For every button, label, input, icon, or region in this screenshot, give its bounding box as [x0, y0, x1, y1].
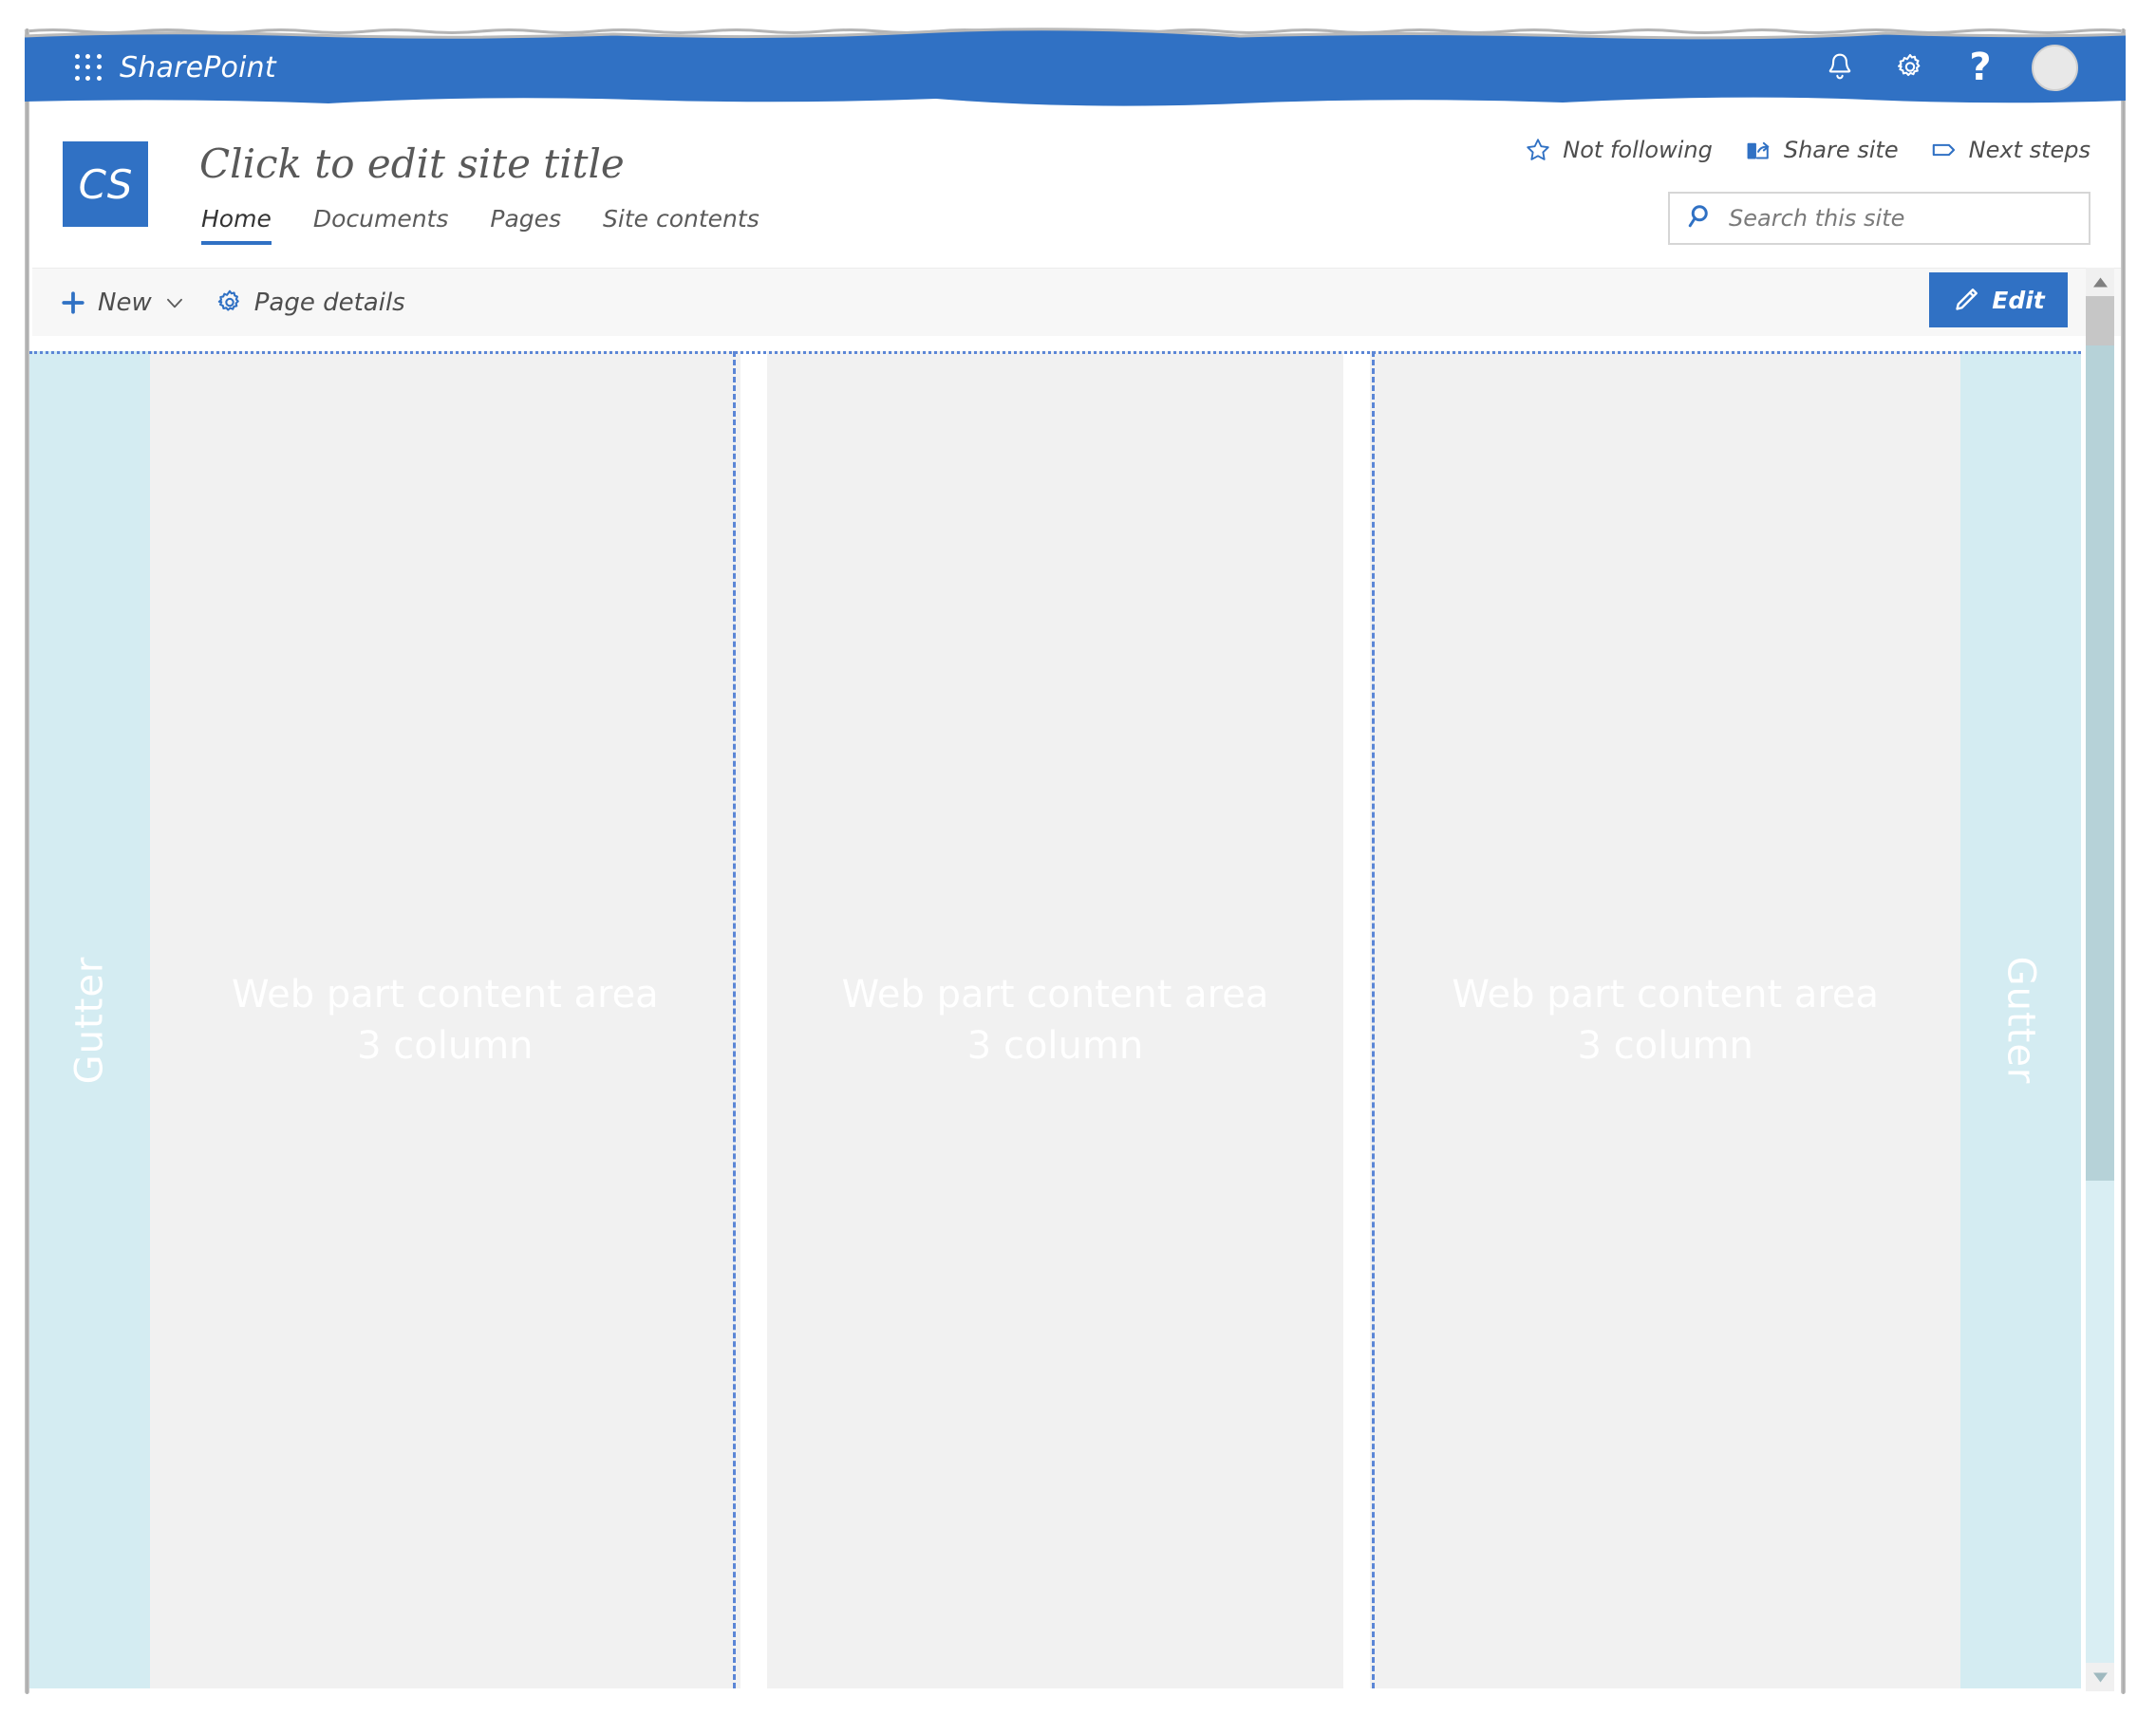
web-part-column-2[interactable]: Web part content area 3 column — [754, 351, 1358, 1688]
web-part-column-1[interactable]: Web part content area 3 column — [150, 351, 754, 1688]
next-steps-label: Next steps — [1968, 137, 2090, 163]
window-border-right — [2121, 28, 2126, 1694]
suite-bar: SharePoint ? — [24, 28, 2127, 106]
scroll-up-arrow-icon[interactable] — [2086, 268, 2114, 296]
web-part-column-3-line1: Web part content area — [1452, 972, 1880, 1016]
pencil-icon — [1952, 286, 1980, 314]
scrollbar-thumb[interactable] — [2086, 345, 2114, 1181]
web-part-column-2-label: Web part content area 3 column — [842, 969, 1269, 1072]
sharepoint-brand-label[interactable]: SharePoint — [120, 51, 276, 84]
not-following-label: Not following — [1563, 137, 1713, 163]
gear-icon — [216, 289, 244, 317]
canvas-top-divider — [29, 351, 2081, 354]
app-launcher-waffle-icon[interactable] — [74, 53, 103, 82]
star-outline-icon — [1525, 137, 1551, 163]
site-header: CS Click to edit site title Home Documen… — [32, 112, 2121, 252]
not-following-button[interactable]: Not following — [1525, 137, 1713, 163]
page-layout-canvas: Gutter Web part content area 3 column We… — [29, 351, 2081, 1688]
nav-item-documents[interactable]: Documents — [313, 205, 449, 241]
megaphone-icon — [1931, 139, 1958, 161]
next-steps-button[interactable]: Next steps — [1931, 137, 2090, 163]
nav-item-home[interactable]: Home — [201, 205, 272, 245]
page-details-label: Page details — [253, 288, 405, 317]
web-part-column-1-line2: 3 column — [357, 1023, 534, 1068]
column-layout-container: Web part content area 3 column Web part … — [150, 351, 1961, 1688]
share-site-button[interactable]: Share site — [1745, 137, 1899, 163]
web-part-column-3[interactable]: Web part content area 3 column — [1357, 351, 1961, 1688]
search-input[interactable] — [1729, 205, 2072, 232]
web-part-column-3-label: Web part content area 3 column — [1452, 969, 1879, 1072]
web-part-column-1-surface[interactable]: Web part content area 3 column — [150, 351, 741, 1688]
site-header-commands: Not following Share site Next steps — [1525, 137, 2090, 163]
web-part-column-2-surface[interactable]: Web part content area 3 column — [766, 351, 1344, 1688]
gutter-left: Gutter — [29, 351, 150, 1688]
web-part-column-3-line2: 3 column — [1577, 1023, 1753, 1068]
edit-button[interactable]: Edit — [1929, 272, 2068, 327]
web-part-column-2-line1: Web part content area — [841, 972, 1269, 1016]
help-question-icon[interactable]: ? — [1961, 48, 1999, 86]
share-site-label: Share site — [1783, 137, 1899, 163]
suite-bar-actions: ? — [1821, 44, 2099, 91]
gutter-right: Gutter — [1960, 351, 2081, 1688]
command-bar: New Page details Edit — [32, 268, 2121, 336]
web-part-column-1-label: Web part content area 3 column — [232, 969, 659, 1072]
scrollbar-track-lower[interactable] — [2086, 1181, 2114, 1663]
scrollbar-track-upper[interactable] — [2086, 296, 2114, 345]
edit-button-label: Edit — [1992, 286, 2045, 314]
help-question-glyph: ? — [1969, 46, 1992, 89]
web-part-column-2-line2: 3 column — [966, 1023, 1144, 1068]
site-logo[interactable]: CS — [63, 141, 148, 227]
new-button-label: New — [98, 288, 152, 317]
plus-icon — [59, 289, 87, 317]
chevron-down-icon[interactable] — [162, 290, 187, 315]
column-divider-2 — [1372, 351, 1375, 1688]
nav-item-pages[interactable]: Pages — [490, 205, 561, 241]
notifications-icon[interactable] — [1821, 48, 1859, 86]
scroll-down-arrow-icon[interactable] — [2086, 1663, 2114, 1691]
page-details-button[interactable]: Page details — [216, 289, 405, 317]
search-box[interactable] — [1668, 192, 2090, 245]
web-part-column-1-line1: Web part content area — [231, 972, 659, 1016]
new-button[interactable]: New — [59, 289, 187, 317]
gutter-left-label: Gutter — [67, 956, 112, 1084]
search-icon — [1687, 202, 1715, 234]
site-logo-initials: CS — [78, 160, 133, 208]
settings-gear-icon[interactable] — [1891, 48, 1929, 86]
share-icon — [1745, 137, 1772, 163]
vertical-scrollbar[interactable] — [2086, 268, 2114, 1691]
site-navigation: Home Documents Pages Site contents — [201, 205, 759, 245]
gutter-right-label: Gutter — [1998, 956, 2043, 1084]
column-divider-1 — [733, 351, 736, 1688]
command-bar-actions: New Page details — [32, 289, 405, 317]
web-part-column-3-surface[interactable]: Web part content area 3 column — [1370, 351, 1961, 1688]
page-title[interactable]: Click to edit site title — [199, 140, 625, 187]
user-avatar[interactable] — [2032, 44, 2078, 91]
nav-item-site-contents[interactable]: Site contents — [603, 205, 759, 241]
